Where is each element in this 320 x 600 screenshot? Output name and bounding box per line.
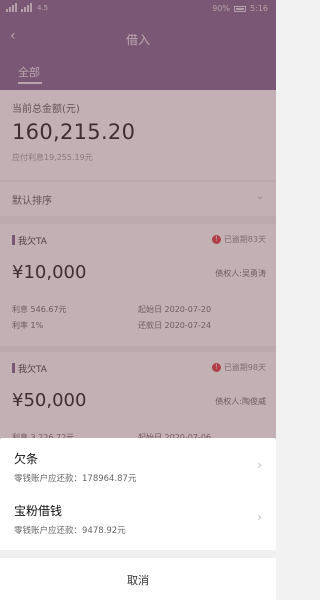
option-subtitle: 零钱账户应还款：9478.92元 — [14, 526, 126, 536]
option-title: 欠条 — [14, 452, 39, 466]
option-iou[interactable]: 欠条 零钱账户应还款：178964.87元 › — [0, 438, 276, 490]
bottom-sheet: 欠条 零钱账户应还款：178964.87元 › 宝粉借钱 零钱账户应还款：947… — [0, 438, 276, 600]
chevron-right-icon: › — [257, 458, 262, 472]
cancel-button[interactable]: 取消 — [0, 562, 276, 600]
option-borrow[interactable]: 宝粉借钱 零钱账户应还款：9478.92元 › — [0, 490, 276, 542]
option-subtitle: 零钱账户应还款：178964.87元 — [14, 474, 137, 484]
option-title: 宝粉借钱 — [14, 504, 63, 518]
chevron-right-icon: › — [257, 510, 262, 524]
divider — [0, 550, 276, 558]
